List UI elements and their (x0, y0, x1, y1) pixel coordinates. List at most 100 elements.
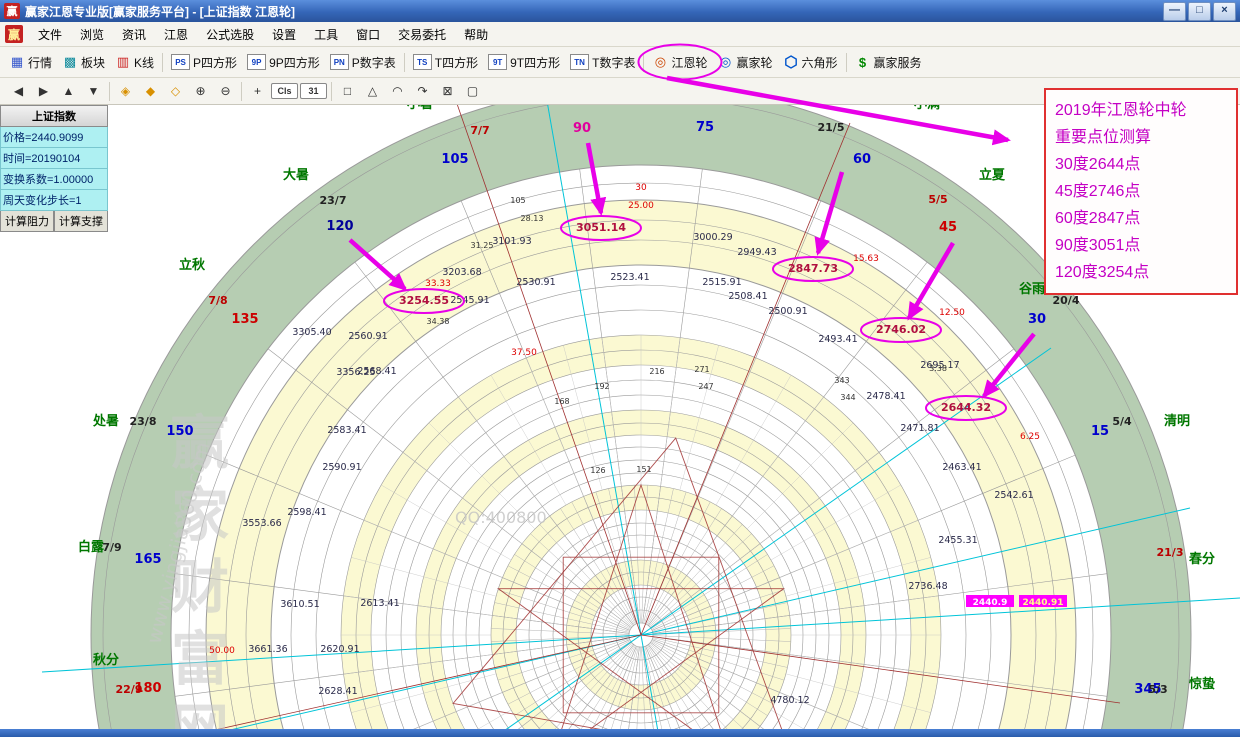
close-button[interactable]: × (1213, 2, 1236, 21)
wheel-percent: 25.00 (628, 201, 654, 211)
t-square-button[interactable]: TST四方形 (408, 51, 483, 74)
date-label: 23/7 (320, 194, 347, 207)
diamond-outline-icon[interactable]: ◇ (164, 80, 187, 102)
toolbar-label: 六角形 (802, 54, 838, 71)
app-window: { "window": { "title": "赢家江恩专业版[赢家服务平台] … (0, 0, 1240, 737)
gann-wheel-button[interactable]: ◎江恩轮 (647, 51, 712, 74)
toolbar-label: 赢家服务 (874, 54, 922, 71)
grid-icon: ▦ (9, 54, 25, 70)
diamond-solid-icon[interactable]: ◆ (139, 80, 162, 102)
symbol-title: 上证指数 (0, 105, 108, 127)
wheel-inner-number: 151 (636, 465, 651, 474)
toolbar-label: 9P四方形 (269, 54, 320, 71)
app-logo-icon: 赢 (4, 3, 20, 19)
toolbar-label: 行情 (28, 54, 52, 71)
flag-icon[interactable]: ▼ (82, 80, 105, 102)
rotate-tool-icon[interactable]: ↷ (411, 80, 434, 102)
PN-icon: PN (330, 54, 349, 70)
wheel-icon: ◎ (652, 54, 668, 70)
diamond-icon[interactable]: ◈ (114, 80, 137, 102)
key-point-value: 2847.73 (788, 262, 838, 275)
menu-item[interactable]: 浏览 (71, 23, 113, 46)
service-button[interactable]: $赢家服务 (850, 51, 927, 74)
back-icon[interactable]: ◀ (7, 80, 30, 102)
solar-term-label: 立秋 (179, 257, 206, 273)
toolbar-label: 9T四方形 (510, 54, 560, 71)
toolbar-separator (404, 53, 405, 72)
solar-term-label: 小满 (914, 105, 940, 112)
rect-tool-icon[interactable]: □ (336, 80, 359, 102)
maximize-button[interactable]: □ (1188, 2, 1211, 21)
date-label: 22/9 (116, 683, 143, 696)
PS-icon: PS (171, 54, 190, 70)
t-table-button[interactable]: TNT数字表 (565, 51, 640, 74)
menu-item[interactable]: 设置 (263, 23, 305, 46)
degree-label: 90 (573, 121, 591, 136)
wheel-value: 2736.48 (908, 581, 947, 592)
toolbar-separator (643, 53, 644, 72)
menu-item[interactable]: 江恩 (155, 23, 197, 46)
calc-resistance-button[interactable]: 计算阻力 (0, 211, 54, 232)
zoom-in-icon[interactable]: ⊕ (189, 80, 212, 102)
TS-icon: TS (413, 54, 432, 70)
wheel-value: 2478.41 (866, 391, 905, 402)
wheel-value: 2590.91 (322, 462, 361, 473)
crosshair-icon[interactable]: + (246, 80, 269, 102)
wheel-inner-number: 28.13 (521, 214, 544, 223)
forward-icon[interactable]: ▶ (32, 80, 55, 102)
watermark-brand: 网 (171, 697, 229, 732)
window-bottom-border (0, 729, 1240, 737)
wheel-inner-number: 344 (840, 393, 855, 402)
minimize-button[interactable]: — (1163, 2, 1186, 21)
wheel-inner-number: 343 (834, 376, 849, 385)
arc-tool-icon[interactable]: ◠ (386, 80, 409, 102)
winner-wheel-button[interactable]: ◎赢家轮 (712, 51, 777, 74)
menu-item[interactable]: 资讯 (113, 23, 155, 46)
p9-square-button[interactable]: 9P9P四方形 (242, 51, 325, 74)
degree-label: 15 (1091, 424, 1109, 439)
wheel-value: 2560.91 (348, 331, 387, 342)
annotation-line: 重要点位测算 (1055, 124, 1227, 151)
pointer-icon[interactable]: ▲ (57, 80, 80, 102)
degree-label: 60 (853, 152, 871, 167)
annotation-line: 45度2746点 (1055, 178, 1227, 205)
quotes-button[interactable]: ▦行情 (4, 51, 57, 74)
clear-button[interactable]: Cls (271, 83, 298, 99)
wheel-value: 2628.41 (318, 686, 357, 697)
menu-item[interactable]: 帮助 (455, 23, 497, 46)
wheel-inner-number: 192 (594, 382, 609, 391)
toolbar-separator (162, 53, 163, 72)
calendar-icon[interactable]: 31 (300, 83, 327, 99)
toolbar-separator (846, 53, 847, 72)
menu-item[interactable]: 窗口 (347, 23, 389, 46)
watermark-brand: 富 (171, 625, 229, 693)
t9-square-button[interactable]: 9T9T四方形 (483, 51, 565, 74)
brand-logo-icon: 赢 (5, 25, 23, 43)
wheel-value: 2568.41 (357, 366, 396, 377)
hex-icon (783, 54, 799, 70)
solar-term-label: 大暑 (283, 167, 309, 183)
delete-tool-icon[interactable]: ⊠ (436, 80, 459, 102)
menubar: 赢 文件浏览资讯江恩公式选股设置工具窗口交易委托帮助 (0, 22, 1240, 47)
toolbar-label: T四方形 (435, 54, 478, 71)
degree-label: 135 (231, 312, 258, 327)
select-tool-icon[interactable]: ▢ (461, 80, 484, 102)
p-table-button[interactable]: PNP数字表 (325, 51, 401, 74)
kline-button[interactable]: ▥K线 (110, 51, 159, 74)
menu-item[interactable]: 交易委托 (389, 23, 455, 46)
menu-item[interactable]: 公式选股 (197, 23, 263, 46)
menu-item[interactable]: 工具 (305, 23, 347, 46)
wheel-inner-number: 247 (698, 382, 713, 391)
sectors-button[interactable]: ▩板块 (57, 51, 110, 74)
menu-item[interactable]: 文件 (29, 23, 71, 46)
date-label: 20/4 (1053, 294, 1080, 307)
zoom-out-icon[interactable]: ⊖ (214, 80, 237, 102)
key-point-value: 2746.02 (876, 323, 926, 336)
hexagon-button[interactable]: 六角形 (778, 51, 843, 74)
price-marker: 2440.91 (1023, 598, 1064, 608)
wheel-value: 2471.81 (900, 423, 939, 434)
calc-support-button[interactable]: 计算支撑 (54, 211, 108, 232)
p-square-button[interactable]: PSP四方形 (166, 51, 242, 74)
annotation-line: 90度3051点 (1055, 232, 1227, 259)
triangle-tool-icon[interactable]: △ (361, 80, 384, 102)
